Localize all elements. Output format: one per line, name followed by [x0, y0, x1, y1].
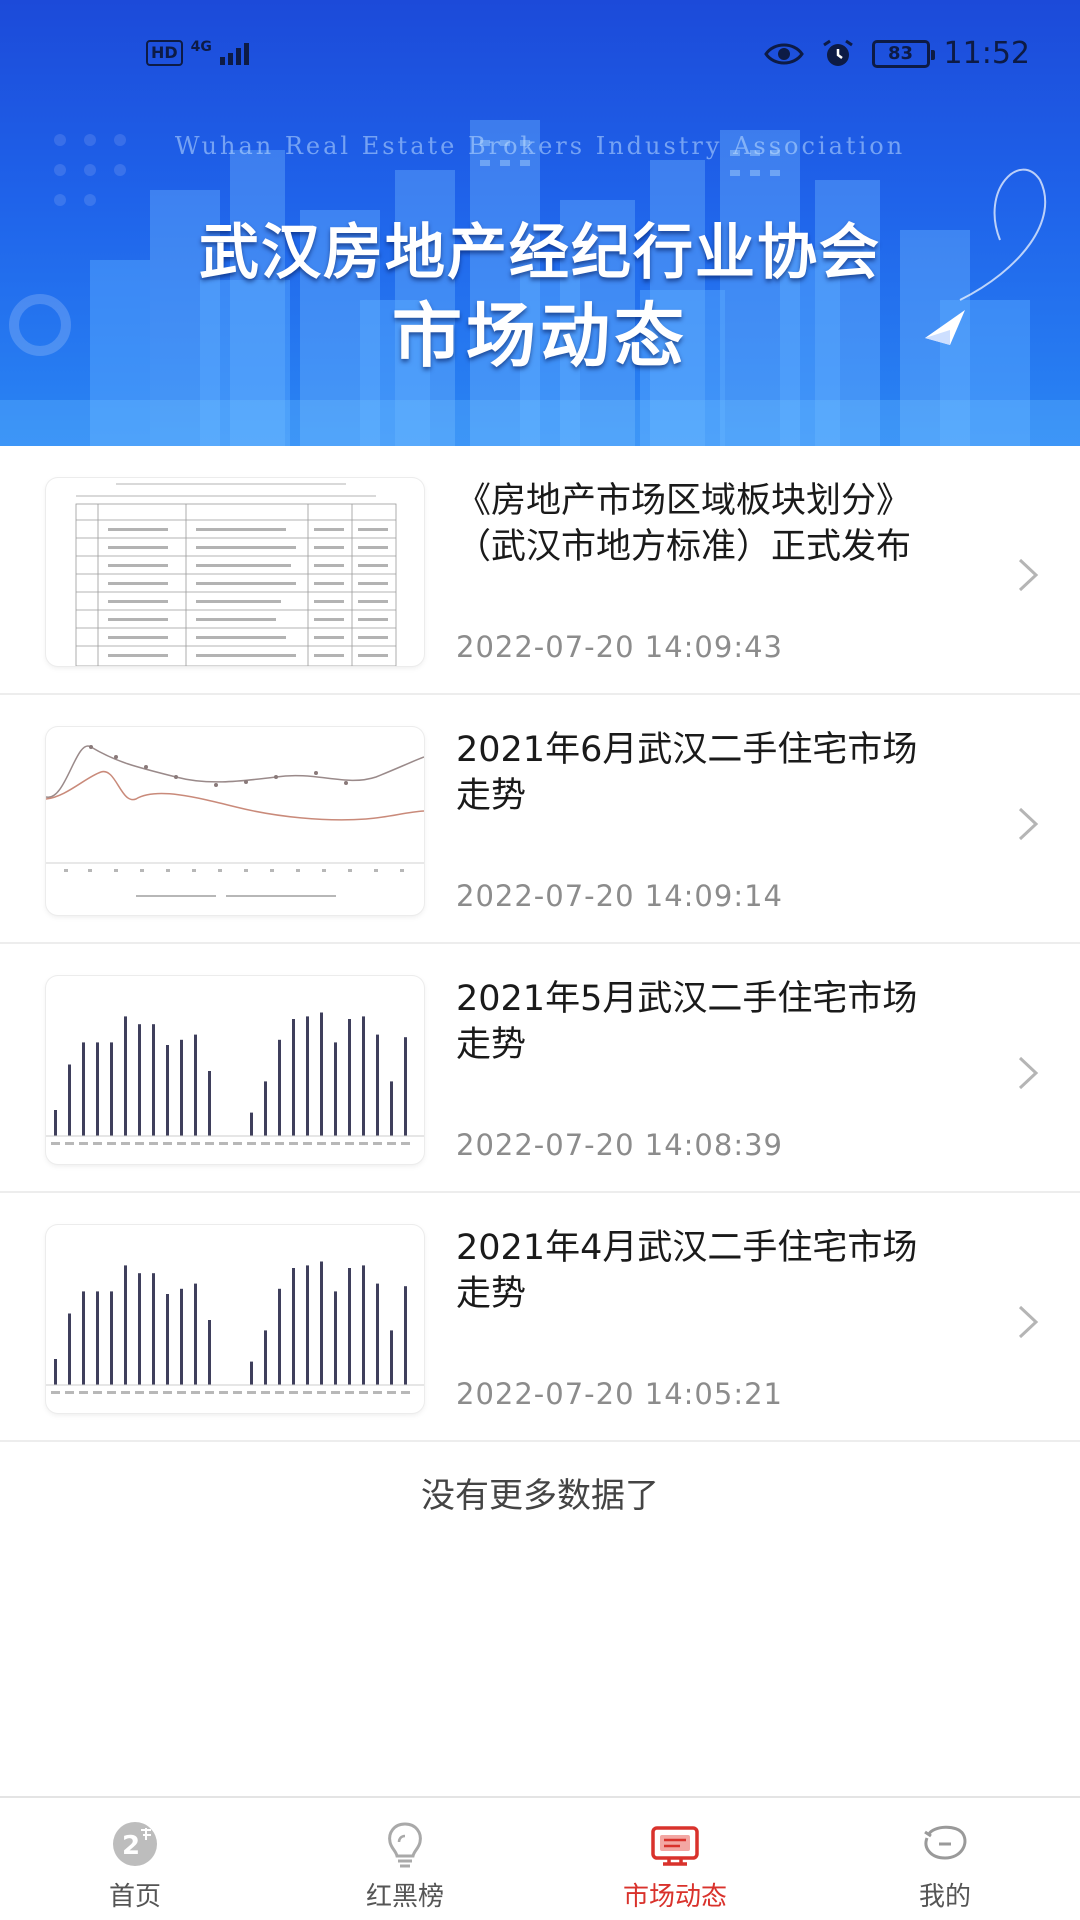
bar-chart-thumbnail — [46, 1261, 424, 1394]
news-title: 2021年6月武汉二手住宅市场走势 — [456, 730, 918, 816]
banner: HD 4G 83 11:52 Wuhan Real Estate Brokers… — [0, 0, 1080, 446]
chevron-right-icon — [1018, 807, 1039, 841]
tab-label: 红黑榜 — [365, 1882, 444, 1912]
tab-label: 我的 — [918, 1882, 971, 1912]
document-table-thumbnail — [75, 483, 397, 666]
tab-label: 市场动态 — [622, 1882, 727, 1912]
tab-label: 首页 — [108, 1882, 161, 1912]
banner-subtitle: 市场动态 — [392, 295, 688, 377]
list-item[interactable]: 2021年4月武汉二手住宅市场走势 2022-07-20 14:05:21 — [0, 1193, 1080, 1442]
news-title: 2021年5月武汉二手住宅市场走势 — [456, 979, 918, 1065]
hd-badge: HD — [146, 40, 183, 66]
battery-level: 83 — [888, 43, 914, 64]
market-icon — [651, 1826, 699, 1866]
news-thumbnail — [46, 478, 424, 666]
signal-icon — [219, 41, 249, 65]
news-date: 2022-07-20 14:09:43 — [456, 630, 783, 664]
bottom-tab-bar: 2 首页 红黑榜 市场动态 我的 — [0, 1796, 1080, 1920]
chevron-right-icon — [1018, 558, 1039, 592]
chevron-right-icon — [1018, 1056, 1039, 1090]
bulb-icon — [388, 1822, 422, 1868]
no-more-data-text: 没有更多数据了 — [421, 1476, 659, 1516]
eye-icon — [763, 43, 804, 64]
status-bar: HD 4G 83 11:52 — [0, 36, 1080, 76]
bar-chart-thumbnail — [46, 1012, 424, 1145]
list-item[interactable]: 2021年5月武汉二手住宅市场走势 2022-07-20 14:08:39 — [0, 944, 1080, 1193]
home-icon: 2 — [113, 1822, 157, 1866]
tab-red-black-list[interactable]: 红黑榜 — [270, 1798, 540, 1920]
news-list: 《房地产市场区域板块划分》（武汉市地方标准）正式发布 2022-07-20 14… — [0, 446, 1080, 1442]
svg-text:2: 2 — [122, 1831, 140, 1861]
tab-market-dynamics[interactable]: 市场动态 — [540, 1798, 810, 1920]
news-date: 2022-07-20 14:09:14 — [456, 879, 783, 913]
news-thumbnail — [46, 727, 424, 915]
clock: 11:52 — [943, 36, 1030, 71]
line-chart-thumbnail — [46, 745, 424, 897]
alarm-icon — [822, 39, 853, 66]
news-title: 2021年4月武汉二手住宅市场走势 — [456, 1228, 918, 1314]
news-date: 2022-07-20 14:08:39 — [456, 1128, 783, 1162]
profile-icon — [924, 1825, 967, 1860]
list-item[interactable]: 《房地产市场区域板块划分》（武汉市地方标准）正式发布 2022-07-20 14… — [0, 446, 1080, 695]
news-title: 《房地产市场区域板块划分》（武汉市地方标准）正式发布 — [456, 481, 912, 567]
network-type: 4G — [190, 39, 212, 55]
chevron-right-icon — [1018, 1305, 1039, 1339]
banner-english-title: Wuhan Real Estate Brokers Industry Assoc… — [174, 132, 906, 160]
news-thumbnail — [46, 976, 424, 1164]
battery-icon: 83 — [871, 39, 935, 68]
tab-home[interactable]: 2 首页 — [0, 1798, 270, 1920]
list-item[interactable]: 2021年6月武汉二手住宅市场走势 2022-07-20 14:09:14 — [0, 695, 1080, 944]
tab-mine[interactable]: 我的 — [810, 1798, 1080, 1920]
banner-title: 武汉房地产经纪行业协会 — [199, 218, 881, 288]
news-thumbnail — [46, 1225, 424, 1413]
news-date: 2022-07-20 14:05:21 — [456, 1377, 783, 1411]
